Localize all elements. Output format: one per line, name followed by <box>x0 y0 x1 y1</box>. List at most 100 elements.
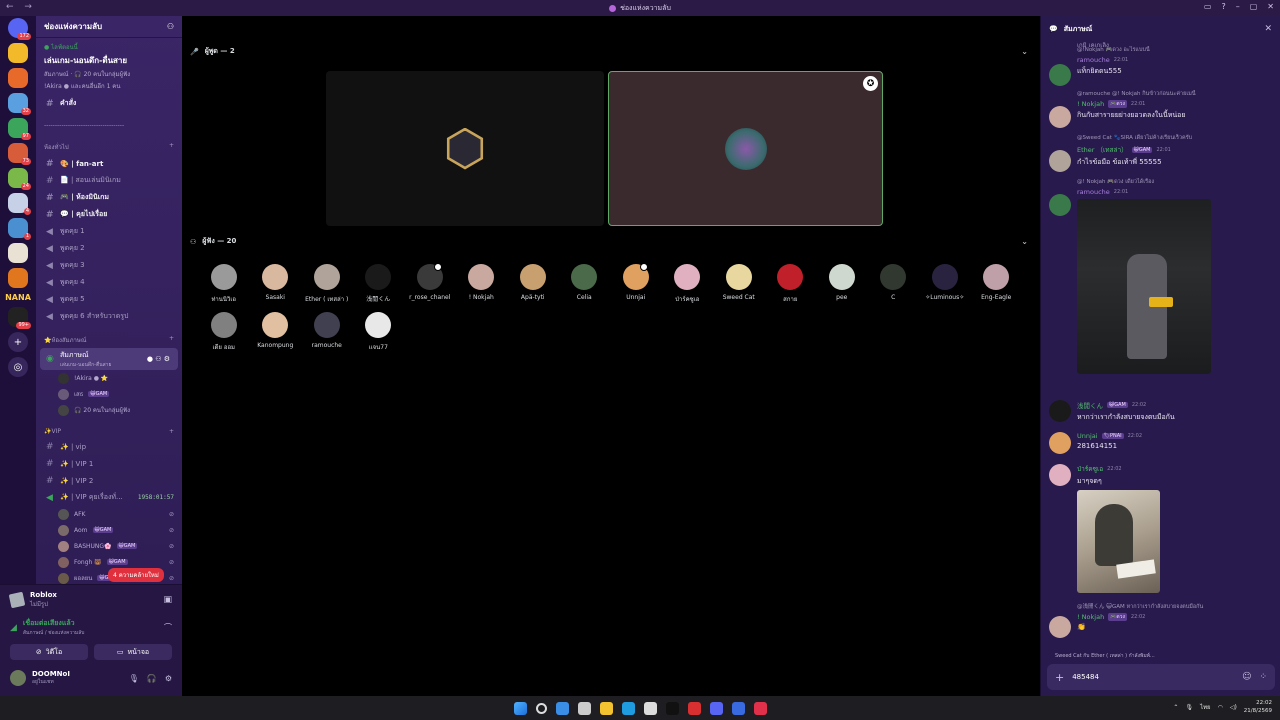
author-name[interactable]: ! Nokjah <box>1077 100 1104 108</box>
add-member-icon[interactable]: ⚇ <box>167 22 174 31</box>
audience-header[interactable]: ⚇ ผู้ฟัง — 20 ⌄ <box>190 236 1028 247</box>
close-button[interactable]: ✕ <box>1267 2 1274 11</box>
new-mentions-toast[interactable]: 4 ความคล้ายใหม่ <box>108 568 164 582</box>
audience-member[interactable]: Sasaki <box>250 264 302 304</box>
audience-member[interactable]: C <box>868 264 920 304</box>
speakers-header[interactable]: 🎤 ผู้พูด — 2 ⌄ <box>190 46 1028 57</box>
wifi-icon[interactable]: ◠ <box>1218 704 1223 711</box>
server-icon[interactable]: 1 <box>8 218 31 240</box>
plus-icon[interactable]: + <box>169 428 174 435</box>
author-name[interactable]: ramouche <box>1077 188 1110 196</box>
server-icon[interactable]: 97 <box>8 118 31 140</box>
stage-user[interactable]: !Akira ● ⭐ <box>36 370 182 386</box>
channel-item[interactable]: # 📄 | สอนเล่นมินิเกม <box>36 172 182 189</box>
screen-share-button[interactable]: ▭ หน้าจอ <box>94 644 172 660</box>
chevron-down-icon[interactable]: ⌄ <box>1021 237 1028 246</box>
reply-preview[interactable]: @! Nokjah 🎮ดวง เดี๋ยวได้เรื่อง <box>1077 178 1275 186</box>
audience-member[interactable]: Eng-Eagle <box>971 264 1023 304</box>
audience-member[interactable]: ✧Luminous✧ <box>919 264 971 304</box>
server-icon[interactable]: 73 <box>8 143 31 165</box>
channel-item[interactable]: # ✨ | VIP 1 <box>36 455 182 472</box>
taskbar-app-icon[interactable] <box>753 701 767 715</box>
taskbar-app-icon[interactable] <box>665 701 679 715</box>
message-input[interactable]: + 485484 ☺ ⁘ <box>1047 664 1275 690</box>
avatar[interactable] <box>10 670 26 686</box>
audience-member[interactable]: ! Nokjah <box>456 264 508 304</box>
server-icon[interactable]: 24 <box>8 168 31 190</box>
inbox-icon[interactable]: ▭ <box>1204 2 1212 11</box>
audience-member[interactable]: ป่าร์คซูเอ <box>662 264 714 304</box>
taskbar-app-icon[interactable] <box>643 701 657 715</box>
audience-member[interactable]: ramouche <box>301 312 353 352</box>
message[interactable]: @! Nokjah 🎮ดวง เดี๋ยวได้เรื่อง ramouche 2… <box>1049 178 1275 374</box>
taskbar-app-icon[interactable] <box>731 701 745 715</box>
language-indicator[interactable]: ไทย <box>1200 702 1211 712</box>
voice-channel-item[interactable]: ◀ พูดคุย 1 <box>36 223 182 240</box>
server-icon[interactable]: 4 <box>8 193 31 215</box>
message[interactable]: @Sweed Cat 🐾SIRA เดี๋ยวไม่ค้างเรียนเร็วค… <box>1049 134 1275 172</box>
server-icon[interactable]: 32 <box>8 93 31 115</box>
plus-icon[interactable]: + <box>169 142 174 152</box>
clock[interactable]: 22:02 21/8/2569 <box>1244 699 1272 715</box>
volume-icon[interactable]: ◁) <box>1230 704 1237 711</box>
taskbar-app-icon[interactable] <box>709 701 723 715</box>
author-name[interactable]: 浅閒くん <box>1077 400 1103 410</box>
voice-user[interactable]: Aom 😺GAM ⊘ <box>36 522 182 538</box>
reply-preview[interactable]: @浅閒くん 😺GAM หากว่าเรากำลังสบายจงตบมือกัน <box>1077 602 1275 611</box>
close-icon[interactable]: ✕ <box>1264 24 1272 34</box>
audience-member[interactable]: Unnjai <box>610 263 662 304</box>
channel-commands[interactable]: # คำสั่ง <box>36 95 182 112</box>
audience-member[interactable]: สกาย <box>765 264 817 304</box>
taskbar-app-icon[interactable] <box>599 701 613 715</box>
message[interactable]: 浅閒くん 😺GAM 22:02 หากว่าเรากำลังสบายจงตบมือก… <box>1049 398 1275 423</box>
discover-icon[interactable]: ◎ <box>8 357 28 377</box>
channel-item[interactable]: # 🎨 | fan-art <box>36 155 182 172</box>
message[interactable]: @!Nokjah 🎮ดวง อะไรแบบนี้ ramouche 22:01 แ… <box>1049 46 1275 86</box>
nav-arrows[interactable]: ← → <box>6 2 36 12</box>
disconnect-icon[interactable]: ⌒ <box>164 622 172 633</box>
channel-item[interactable]: # 💬 | คุยไปเรื่อย <box>36 206 182 223</box>
audience-member[interactable]: เดีย ออม <box>198 312 250 352</box>
audience-member[interactable]: เเจน77 <box>353 312 405 352</box>
image-attachment[interactable] <box>1077 199 1211 374</box>
message[interactable]: ป่าร์คซูเอ 22:02 มาๆจดๆ <box>1049 462 1275 593</box>
audience-member[interactable]: pee <box>816 264 868 304</box>
stage-channel[interactable]: ◉ สัมภาษณ์ เล่นเกม-นอนดึก-ตื่นสาย ● ⚇ ⚙ <box>40 348 178 370</box>
server-brand-text[interactable]: NANA <box>5 293 31 302</box>
audience-member[interactable]: r_rose_chanel <box>404 263 456 304</box>
server-header[interactable]: ช่องแห่งความลับ ⚇ <box>36 16 182 38</box>
live-event-card[interactable]: ● ไลฟ์ตอนนี้ เล่นเกม-นอนดึก-ตื่นสาย สัมภ… <box>36 38 182 95</box>
taskbar-app-icon[interactable] <box>687 701 701 715</box>
audience-member[interactable]: Celia <box>559 264 611 304</box>
stage-user[interactable]: เสธ 😺GAM <box>36 386 182 402</box>
voice-channel-item[interactable]: ◀ พูดคุย 5 <box>36 291 182 308</box>
message[interactable]: Unnjai 🏷PNAI 22:02 281614151 <box>1049 430 1275 454</box>
category-stage[interactable]: ⭐ห้องสัมภาษณ์ + <box>36 325 182 348</box>
plus-icon[interactable]: + <box>169 335 174 345</box>
voice-channel-item[interactable]: ◀ พูดคุย 4 <box>36 274 182 291</box>
image-attachment[interactable] <box>1077 490 1160 593</box>
search-icon[interactable] <box>535 702 547 714</box>
voice-connection-status[interactable]: ◢ เชื่อมต่อเสียงแล้ว สัมภาษณ์ / ช่องแห่ง… <box>0 615 182 640</box>
server-icon[interactable] <box>8 43 28 63</box>
message[interactable]: @浅閒くん 😺GAM หากว่าเรากำลังสบายจงตบมือกัน … <box>1049 602 1275 638</box>
audience-member[interactable]: 浅閒くん <box>353 264 405 304</box>
audience-member[interactable]: Kanompung <box>250 312 302 352</box>
microphone-icon[interactable]: 🎙 <box>1185 704 1193 711</box>
minimize-button[interactable]: – <box>1236 2 1240 11</box>
windows-start-icon[interactable] <box>513 701 527 715</box>
stage-user[interactable]: 🎧 20 คนในกลุ่มผู้ฟัง <box>36 402 182 418</box>
author-name[interactable]: ป่าร์คซูเอ <box>1077 464 1103 474</box>
server-icon[interactable] <box>8 268 28 288</box>
vip-voice-channel[interactable]: ◀ ✨ | VIP คุยเรื่องทั่... 1958:01:57 <box>36 489 182 506</box>
voice-channel-item[interactable]: ◀ พูดคุย 6 สำหรับวาดรูป <box>36 308 182 325</box>
taskbar-app-icon[interactable] <box>577 701 591 715</box>
maximize-button[interactable]: ▢ <box>1250 2 1258 11</box>
author-name[interactable]: ! Nokjah <box>1077 613 1104 621</box>
stage-channel-actions[interactable]: ● ⚇ ⚙ <box>147 355 170 363</box>
activity-card[interactable]: Roblox ไม่มีรูป ▣ <box>0 585 182 615</box>
speaker-tile[interactable]: ✪ <box>608 71 883 226</box>
video-button[interactable]: ⊘ วิดีโอ <box>10 644 88 660</box>
category-vip[interactable]: ✨VIP + <box>36 418 182 438</box>
author-name[interactable]: Ether （เทสล่า） <box>1077 144 1128 155</box>
